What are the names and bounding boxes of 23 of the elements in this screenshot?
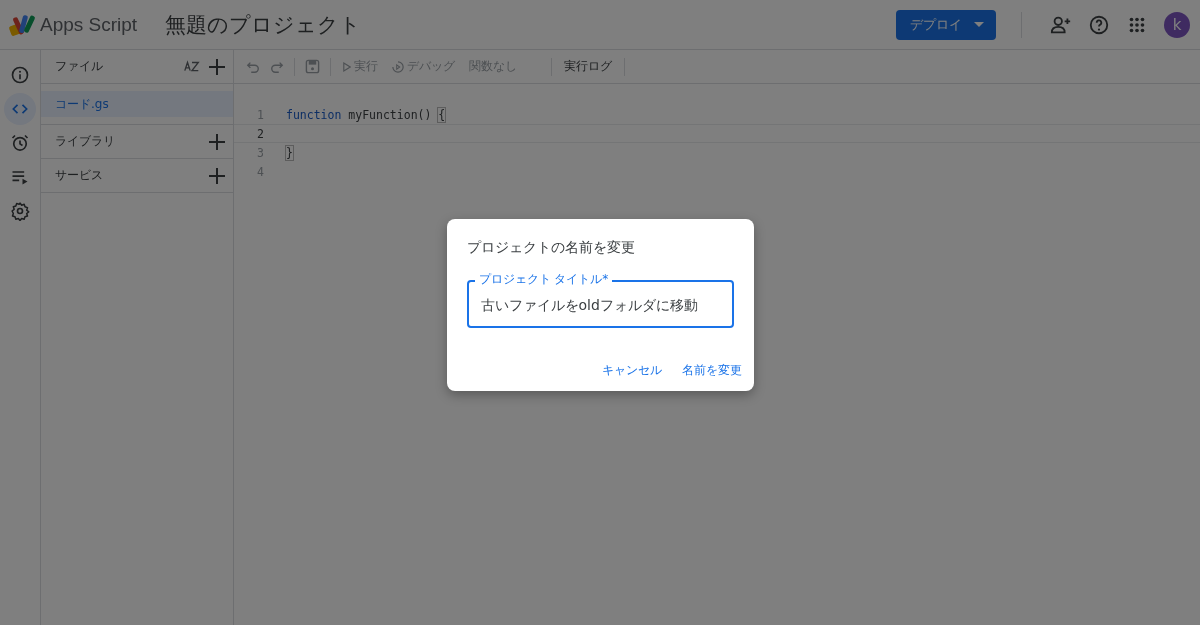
logo-icon xyxy=(8,12,36,37)
execution-log-button[interactable]: 実行ログ xyxy=(562,58,614,75)
cancel-button[interactable]: キャンセル xyxy=(601,361,662,379)
add-icon[interactable] xyxy=(209,133,225,150)
add-icon[interactable] xyxy=(209,167,225,184)
code-line: function myFunction() { xyxy=(286,107,446,122)
app-name: Apps Script xyxy=(40,13,138,36)
dialog-title: プロジェクトの名前を変更 xyxy=(466,238,636,257)
add-icon[interactable] xyxy=(209,58,225,75)
rename-button[interactable]: 名前を変更 xyxy=(681,361,742,379)
files-heading: ファイル xyxy=(55,58,104,75)
code-line: } xyxy=(286,145,293,160)
project-title[interactable]: 無題のプロジェクト xyxy=(165,10,362,39)
help-icon[interactable] xyxy=(1088,13,1110,36)
field-label: プロジェクト タイトル* xyxy=(474,271,613,286)
section-heading: サービス xyxy=(55,167,104,184)
code-icon[interactable] xyxy=(4,93,36,125)
account-avatar[interactable]: k xyxy=(1164,11,1190,38)
deploy-button[interactable]: デプロイ xyxy=(896,9,996,40)
section-heading: ライブラリ xyxy=(55,133,116,150)
caret-icon[interactable] xyxy=(974,22,984,27)
line-number: 2 xyxy=(256,126,264,141)
file-item[interactable]: コード.gs xyxy=(41,91,233,117)
